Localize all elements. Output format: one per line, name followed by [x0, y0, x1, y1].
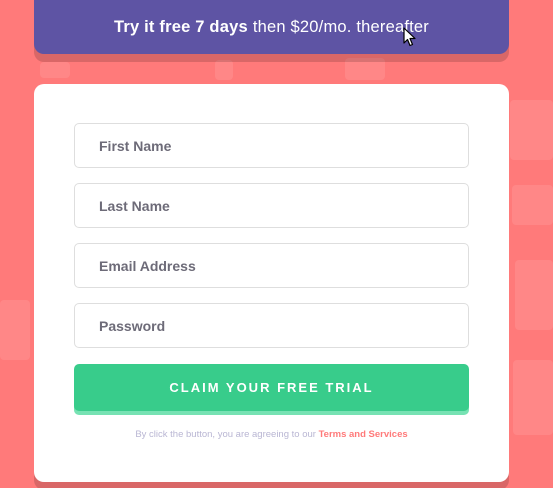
terms-notice: By click the button, you are agreeing to… [34, 429, 509, 440]
background-pattern [345, 58, 385, 80]
terms-link[interactable]: Terms and Services [319, 429, 408, 440]
signup-card: CLAIM YOUR FREE TRIAL By click the butto… [34, 84, 509, 482]
background-pattern [0, 300, 30, 360]
background-pattern [215, 60, 233, 80]
banner-bold-text: Try it free 7 days [114, 17, 248, 36]
background-pattern [40, 62, 70, 78]
password-input[interactable] [74, 303, 469, 348]
claim-trial-button[interactable]: CLAIM YOUR FREE TRIAL [74, 364, 469, 411]
pricing-banner: Try it free 7 days then $20/mo. thereaft… [34, 0, 509, 54]
background-pattern [512, 185, 553, 225]
mouse-pointer-icon [403, 27, 416, 47]
last-name-input[interactable] [74, 183, 469, 228]
email-input[interactable] [74, 243, 469, 288]
terms-prefix-text: By click the button, you are agreeing to… [135, 429, 316, 440]
background-pattern [510, 100, 553, 160]
first-name-input[interactable] [74, 123, 469, 168]
background-pattern [515, 260, 553, 330]
background-pattern [513, 360, 553, 435]
